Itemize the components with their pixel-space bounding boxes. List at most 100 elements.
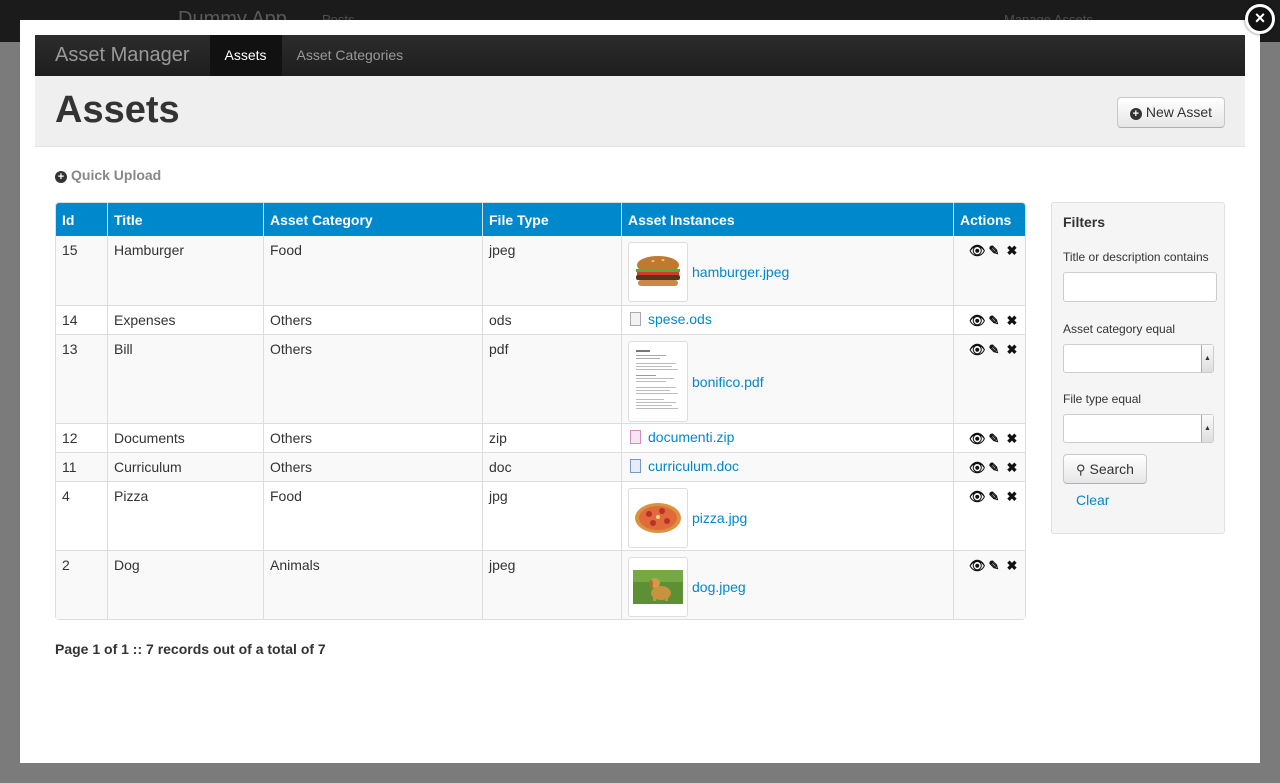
clear-filters-link[interactable]: Clear	[1076, 492, 1213, 508]
pencil-icon[interactable]: ✎	[987, 314, 1001, 328]
eye-icon[interactable]: 👁	[969, 461, 986, 475]
eye-icon[interactable]: 👁	[969, 244, 986, 258]
cell-asset-instances: bonifico.pdf	[621, 334, 953, 423]
delete-icon[interactable]: ✖	[1005, 244, 1019, 258]
cell-asset-instances: documenti.zip	[621, 423, 953, 452]
cell-category: Animals	[263, 550, 482, 619]
asset-file-link[interactable]: pizza.jpg	[692, 510, 747, 526]
cell-actions: 👁 ✎ ✖	[953, 481, 1025, 550]
cell-file-type: pdf	[482, 334, 621, 423]
title-filter-label: Title or description contains	[1063, 250, 1209, 264]
assets-table: Id Title Asset Category File Type Asset …	[55, 202, 1026, 620]
column-header-id[interactable]: Id	[56, 203, 107, 236]
asset-file-link[interactable]: documenti.zip	[648, 429, 734, 445]
new-asset-button[interactable]: + New Asset	[1116, 97, 1225, 128]
cell-actions: 👁 ✎ ✖	[953, 236, 1025, 305]
cell-category: Food	[263, 236, 482, 305]
cell-category: Others	[263, 305, 482, 334]
cell-id: 12	[56, 423, 107, 452]
eye-icon[interactable]: 👁	[969, 343, 986, 357]
pagination-info: Page 1 of 1 :: 7 records out of a total …	[55, 641, 326, 657]
hamburger-thumbnail[interactable]	[628, 242, 688, 302]
quick-upload-label: Quick Upload	[71, 167, 162, 183]
filters-title: Filters	[1063, 214, 1106, 230]
asset-file-link[interactable]: bonifico.pdf	[692, 374, 764, 390]
cell-actions: 👁 ✎ ✖	[953, 550, 1025, 619]
delete-icon[interactable]: ✖	[1005, 559, 1019, 573]
filetype-filter-select[interactable]: ▲	[1063, 414, 1214, 443]
quick-upload-link[interactable]: + Quick Upload	[55, 167, 161, 183]
chevron-down-icon[interactable]: ▲	[1201, 415, 1213, 442]
delete-icon[interactable]: ✖	[1005, 432, 1019, 446]
dog-thumbnail[interactable]	[628, 557, 688, 617]
eye-icon[interactable]: 👁	[969, 314, 986, 328]
cell-asset-instances: spese.ods	[621, 305, 953, 334]
chevron-down-icon[interactable]: ▲	[1201, 345, 1213, 372]
asset-manager-modal: Asset Manager Assets Asset Categories As…	[20, 20, 1260, 763]
page-header: Assets + New Asset	[35, 76, 1245, 147]
column-header-file-type[interactable]: File Type	[482, 203, 621, 236]
cell-title: Expenses	[107, 305, 263, 334]
category-filter-select[interactable]: ▲	[1063, 344, 1214, 373]
pdf-preview-thumbnail[interactable]	[628, 341, 688, 422]
tab-asset-categories[interactable]: Asset Categories	[282, 35, 419, 76]
cell-id: 15	[56, 236, 107, 305]
asset-manager-navbar: Asset Manager Assets Asset Categories	[35, 35, 1245, 76]
cell-title: Bill	[107, 334, 263, 423]
table-row: 13 Bill Others pdf bonifico.pdf 👁 ✎ ✖	[56, 334, 1025, 423]
cell-id: 11	[56, 452, 107, 481]
delete-icon[interactable]: ✖	[1005, 490, 1019, 504]
cell-id: 2	[56, 550, 107, 619]
asset-file-link[interactable]: spese.ods	[648, 311, 712, 327]
cell-file-type: zip	[482, 423, 621, 452]
pencil-icon[interactable]: ✎	[987, 559, 1001, 573]
cell-asset-instances: curriculum.doc	[621, 452, 953, 481]
cell-category: Food	[263, 481, 482, 550]
pencil-icon[interactable]: ✎	[987, 343, 1001, 357]
cell-actions: 👁 ✎ ✖	[953, 334, 1025, 423]
cell-file-type: jpg	[482, 481, 621, 550]
cell-file-type: jpeg	[482, 550, 621, 619]
cell-category: Others	[263, 334, 482, 423]
tab-assets[interactable]: Assets	[209, 35, 282, 76]
delete-icon[interactable]: ✖	[1005, 461, 1019, 475]
cell-actions: 👁 ✎ ✖	[953, 305, 1025, 334]
eye-icon[interactable]: 👁	[969, 432, 986, 446]
eye-icon[interactable]: 👁	[969, 490, 986, 504]
cell-actions: 👁 ✎ ✖	[953, 452, 1025, 481]
column-header-asset-instances: Asset Instances	[621, 203, 953, 236]
new-asset-label: New Asset	[1145, 104, 1212, 120]
navbar-brand[interactable]: Asset Manager	[35, 35, 210, 76]
delete-icon[interactable]: ✖	[1005, 343, 1019, 357]
eye-icon[interactable]: 👁	[969, 559, 986, 573]
cell-file-type: doc	[482, 452, 621, 481]
table-row: 4 Pizza Food jpg pizza.jpg 👁 ✎ ✖	[56, 481, 1025, 550]
plus-circle-icon: +	[1129, 108, 1142, 120]
cell-id: 4	[56, 481, 107, 550]
document-file-icon	[630, 312, 641, 326]
close-modal-button[interactable]: ×	[1245, 4, 1275, 34]
cell-asset-instances: hamburger.jpeg	[621, 236, 953, 305]
pencil-icon[interactable]: ✎	[987, 490, 1001, 504]
pizza-thumbnail[interactable]	[628, 488, 688, 548]
search-button[interactable]: ⚲ Search	[1063, 454, 1147, 484]
asset-file-link[interactable]: curriculum.doc	[648, 458, 739, 474]
column-header-title[interactable]: Title	[107, 203, 263, 236]
cell-actions: 👁 ✎ ✖	[953, 423, 1025, 452]
search-button-label: Search	[1089, 461, 1134, 477]
delete-icon[interactable]: ✖	[1005, 314, 1019, 328]
column-header-asset-category[interactable]: Asset Category	[263, 203, 482, 236]
pencil-icon[interactable]: ✎	[987, 244, 1001, 258]
page-title: Assets	[55, 89, 180, 131]
table-row: 14 Expenses Others ods spese.ods 👁 ✎ ✖	[56, 305, 1025, 334]
table-row: 2 Dog Animals jpeg dog.jpeg 👁 ✎ ✖	[56, 550, 1025, 619]
asset-file-link[interactable]: dog.jpeg	[692, 579, 746, 595]
pencil-icon[interactable]: ✎	[987, 461, 1001, 475]
title-filter-input[interactable]	[1063, 272, 1217, 302]
table-row: 12 Documents Others zip documenti.zip 👁 ✎…	[56, 423, 1025, 452]
cell-asset-instances: pizza.jpg	[621, 481, 953, 550]
pencil-icon[interactable]: ✎	[987, 432, 1001, 446]
modal-content: Asset Manager Assets Asset Categories As…	[35, 35, 1245, 748]
word-document-icon	[630, 459, 641, 473]
asset-file-link[interactable]: hamburger.jpeg	[692, 264, 789, 280]
